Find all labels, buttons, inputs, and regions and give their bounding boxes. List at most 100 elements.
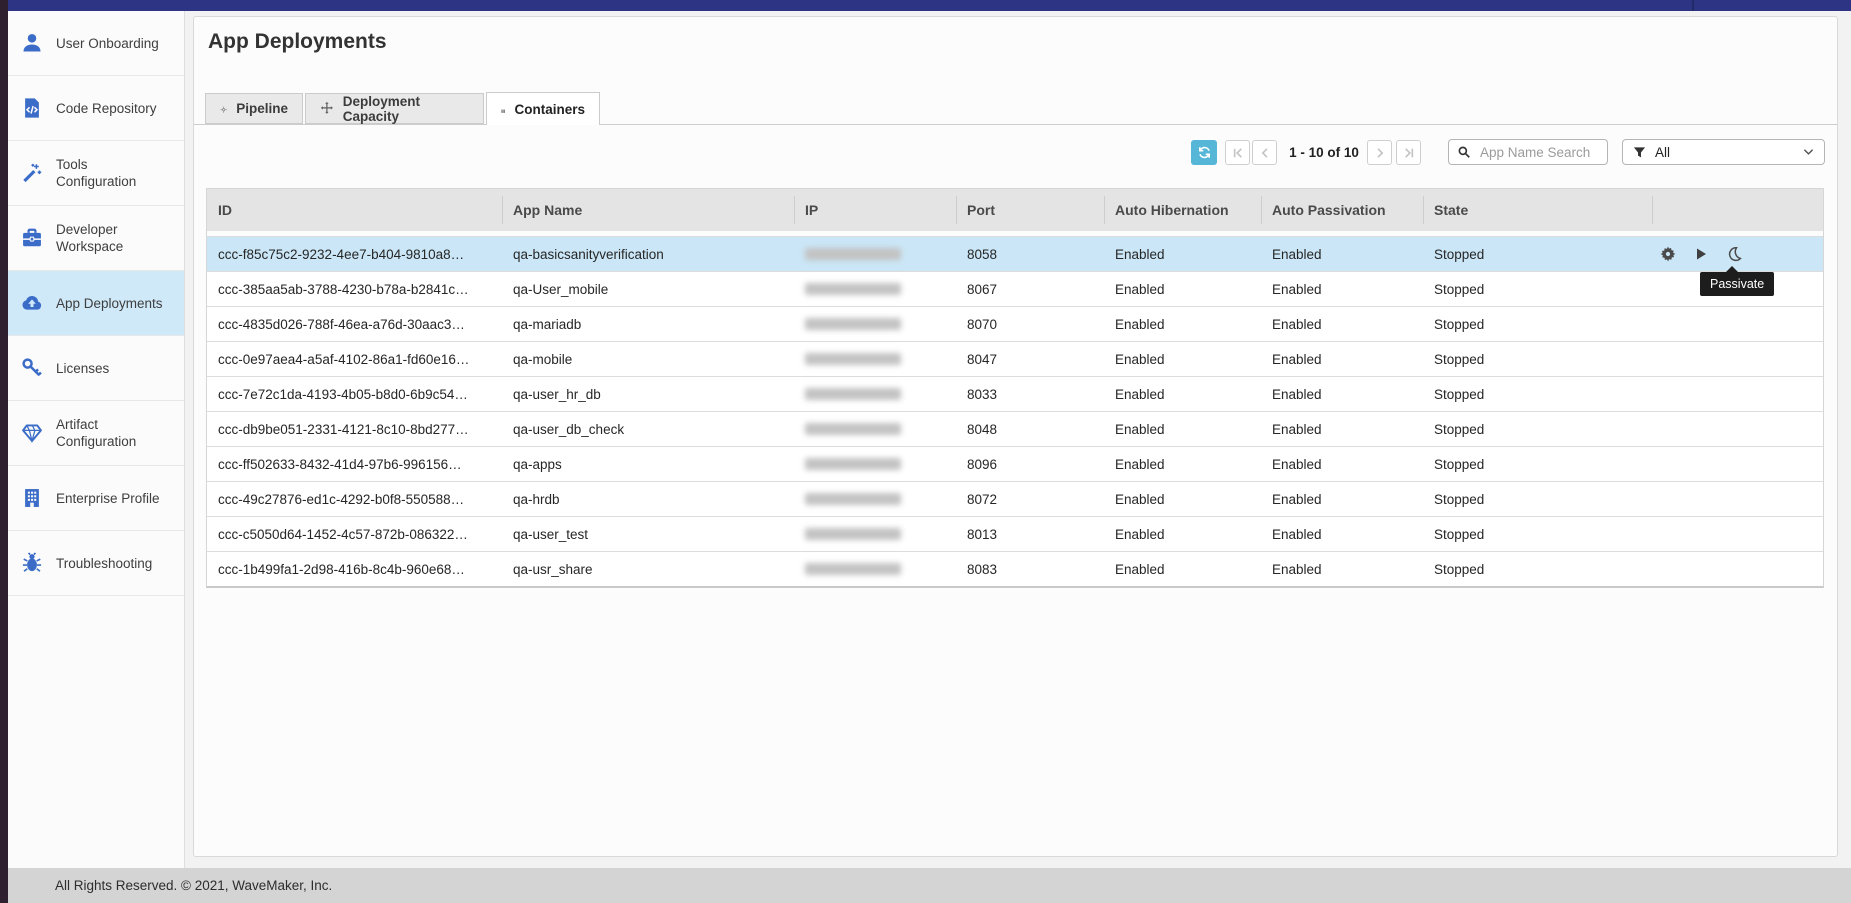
sidebar-item-label: Licenses	[56, 360, 164, 377]
app-name-search-box	[1448, 139, 1608, 165]
cell-app-name: qa-hrdb	[502, 482, 794, 516]
cell-auto-hibernation: Enabled	[1104, 342, 1261, 376]
page-title: App Deployments	[208, 30, 387, 54]
table-row[interactable]: ccc-c5050d64-1452-4c57-872b-086322… qa-u…	[207, 516, 1823, 551]
table-row[interactable]: ccc-ff502633-8432-41d4-97b6-996156… qa-a…	[207, 446, 1823, 481]
settings-gear-icon[interactable]	[1660, 246, 1676, 262]
key-icon	[21, 357, 43, 379]
magic-wand-icon	[21, 162, 43, 184]
sidebar-item-code-repository[interactable]: Code Repository	[8, 76, 184, 141]
cell-id: ccc-0e97aea4-a5af-4102-86a1-fd60e16…	[207, 342, 502, 376]
table-row[interactable]: ccc-1b499fa1-2d98-416b-8c4b-960e68… qa-u…	[207, 551, 1823, 586]
cell-port: 8070	[956, 307, 1104, 341]
top-navigation-bar	[8, 0, 1851, 11]
cell-auto-passivation: Enabled	[1261, 237, 1423, 271]
redacted-ip	[805, 318, 901, 330]
building-icon	[21, 487, 43, 509]
sidebar-item-app-deployments[interactable]: App Deployments	[8, 271, 184, 336]
column-header-auto-passivation: Auto Passivation	[1261, 189, 1423, 231]
deployment-capacity-icon	[320, 101, 334, 116]
cell-state: Stopped	[1423, 552, 1652, 586]
redacted-ip	[805, 563, 901, 575]
table-row[interactable]: ccc-7e72c1da-4193-4b05-b8d0-6b9c54… qa-u…	[207, 376, 1823, 411]
cell-ip	[794, 412, 956, 446]
pagination-last-button[interactable]	[1396, 140, 1421, 165]
passivate-moon-icon[interactable]	[1726, 246, 1742, 262]
cell-auto-hibernation: Enabled	[1104, 377, 1261, 411]
sidebar-item-label: Tools Configuration	[56, 156, 164, 190]
cell-id: ccc-385aa5ab-3788-4230-b78a-b2841c…	[207, 272, 502, 306]
cell-ip	[794, 447, 956, 481]
cell-app-name: qa-user_hr_db	[502, 377, 794, 411]
cell-port: 8067	[956, 272, 1104, 306]
redacted-ip	[805, 493, 901, 505]
table-row[interactable]: ccc-49c27876-ed1c-4292-b0f8-550588… qa-h…	[207, 481, 1823, 516]
column-header-auto-hibernation: Auto Hibernation	[1104, 189, 1261, 231]
cell-port: 8013	[956, 517, 1104, 551]
refresh-button[interactable]	[1191, 140, 1217, 165]
pagination-range-text: 1 - 10 of 10	[1287, 140, 1361, 165]
table-row[interactable]: ccc-385aa5ab-3788-4230-b78a-b2841c… qa-U…	[207, 271, 1823, 306]
left-edge-strip	[0, 0, 8, 903]
pagination-first-button[interactable]	[1225, 140, 1250, 165]
sidebar-item-label: User Onboarding	[56, 35, 164, 52]
cell-auto-passivation: Enabled	[1261, 377, 1423, 411]
cell-app-name: qa-apps	[502, 447, 794, 481]
table-header-row: ID App Name IP Port Auto Hibernation Aut…	[207, 189, 1823, 236]
state-filter-dropdown[interactable]: All	[1622, 139, 1825, 165]
cell-id: ccc-db9be051-2331-4121-8c10-8bd277…	[207, 412, 502, 446]
cell-id: ccc-f85c75c2-9232-4ee7-b404-9810a8…	[207, 237, 502, 271]
cell-app-name: qa-user_db_check	[502, 412, 794, 446]
tab-containers[interactable]: Containers	[486, 92, 600, 125]
cell-id: ccc-c5050d64-1452-4c57-872b-086322…	[207, 517, 502, 551]
redacted-ip	[805, 528, 901, 540]
sidebar-item-enterprise-profile[interactable]: Enterprise Profile	[8, 466, 184, 531]
sidebar: User Onboarding Code Repository Tools Co…	[8, 11, 185, 868]
cell-port: 8058	[956, 237, 1104, 271]
user-icon	[21, 32, 43, 54]
sidebar-item-tools-configuration[interactable]: Tools Configuration	[8, 141, 184, 206]
cell-auto-hibernation: Enabled	[1104, 307, 1261, 341]
column-header-actions	[1652, 189, 1823, 231]
sidebar-item-artifact-configuration[interactable]: Artifact Configuration	[8, 401, 184, 466]
sidebar-item-troubleshooting[interactable]: Troubleshooting	[8, 531, 184, 596]
cell-state: Stopped	[1423, 377, 1652, 411]
topbar-divider	[1692, 0, 1694, 11]
cell-auto-hibernation: Enabled	[1104, 272, 1261, 306]
tab-pipeline[interactable]: Pipeline	[205, 93, 303, 124]
sidebar-item-label: App Deployments	[56, 295, 164, 312]
table-row[interactable]: ccc-f85c75c2-9232-4ee7-b404-9810a8… qa-b…	[207, 236, 1823, 271]
funnel-icon	[1633, 146, 1646, 159]
table-row[interactable]: ccc-db9be051-2331-4121-8c10-8bd277… qa-u…	[207, 411, 1823, 446]
tab-deployment-capacity[interactable]: Deployment Capacity	[305, 93, 484, 124]
containers-icon	[501, 102, 505, 117]
sidebar-item-label: Troubleshooting	[56, 555, 164, 572]
cell-auto-passivation: Enabled	[1261, 517, 1423, 551]
cell-port: 8047	[956, 342, 1104, 376]
pagination-prev-button[interactable]	[1252, 140, 1277, 165]
column-header-ip: IP	[794, 189, 956, 231]
refresh-icon	[1197, 145, 1212, 160]
cell-auto-hibernation: Enabled	[1104, 517, 1261, 551]
column-header-id: ID	[207, 189, 502, 231]
table-row[interactable]: ccc-0e97aea4-a5af-4102-86a1-fd60e16… qa-…	[207, 341, 1823, 376]
cell-state: Stopped	[1423, 482, 1652, 516]
sidebar-item-developer-workspace[interactable]: Developer Workspace	[8, 206, 184, 271]
pagination-next-button[interactable]	[1367, 140, 1392, 165]
cell-state: Stopped	[1423, 517, 1652, 551]
cell-auto-passivation: Enabled	[1261, 342, 1423, 376]
sidebar-item-label: Artifact Configuration	[56, 416, 164, 450]
table-row[interactable]: ccc-4835d026-788f-46ea-a76d-30aac3… qa-m…	[207, 306, 1823, 341]
sidebar-item-licenses[interactable]: Licenses	[8, 336, 184, 401]
cell-state: Stopped	[1423, 412, 1652, 446]
chevron-down-icon	[1803, 148, 1814, 156]
search-input[interactable]	[1478, 144, 1597, 161]
search-icon	[1457, 145, 1471, 159]
cell-port: 8048	[956, 412, 1104, 446]
sidebar-item-user-onboarding[interactable]: User Onboarding	[8, 11, 184, 76]
cell-app-name: qa-mariadb	[502, 307, 794, 341]
redacted-ip	[805, 353, 901, 365]
cell-ip	[794, 237, 956, 271]
start-play-icon[interactable]	[1693, 246, 1709, 262]
next-page-icon	[1373, 146, 1387, 160]
